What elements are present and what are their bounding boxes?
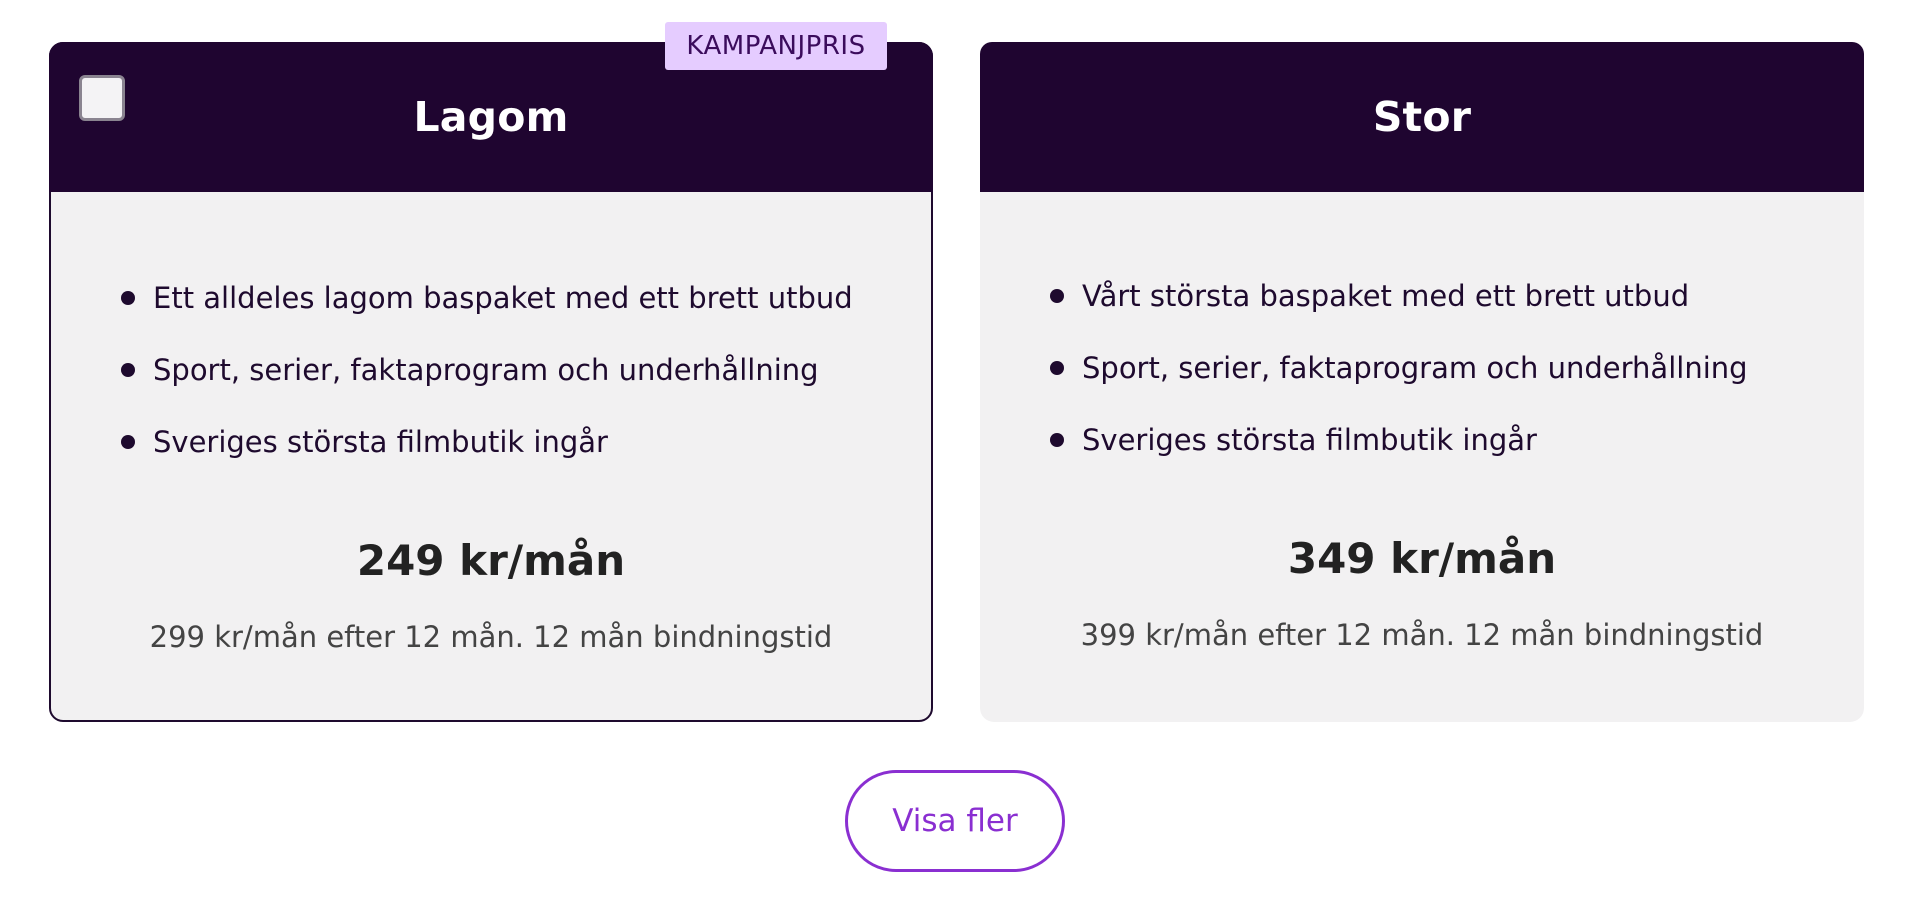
price: 249 kr/mån: [356, 536, 626, 585]
feature-item: Sveriges största filmbutik ingår: [121, 406, 853, 478]
price-note: 399 kr/mån efter 12 mån. 12 mån bindning…: [1080, 618, 1764, 652]
feature-text: Sport, serier, faktaprogram och underhål…: [153, 353, 819, 387]
feature-text: Ett alldeles lagom baspaket med ett bret…: [153, 281, 853, 315]
feature-item: Sport, serier, faktaprogram och underhål…: [1050, 332, 1748, 404]
feature-text: Sport, serier, faktaprogram och underhål…: [1082, 351, 1748, 385]
price: 349 kr/mån: [1287, 534, 1557, 583]
select-checkbox[interactable]: [79, 75, 125, 121]
card-header: Stor: [980, 42, 1864, 192]
price-note: 299 kr/mån efter 12 mån. 12 mån bindning…: [149, 620, 833, 654]
bullet-icon: [121, 363, 135, 377]
show-more-button[interactable]: Visa fler: [845, 770, 1065, 872]
package-card-lagom[interactable]: Lagom KAMPANJPRIS Ett alldeles lagom bas…: [49, 22, 933, 722]
bullet-icon: [121, 435, 135, 449]
feature-item: Vårt största baspaket med ett brett utbu…: [1050, 260, 1748, 332]
feature-text: Vårt största baspaket med ett brett utbu…: [1082, 279, 1690, 313]
campaign-badge: KAMPANJPRIS: [665, 22, 887, 70]
card-title: Stor: [1372, 93, 1472, 141]
feature-list: Ett alldeles lagom baspaket med ett bret…: [121, 262, 853, 478]
bullet-icon: [1050, 361, 1064, 375]
bullet-icon: [121, 291, 135, 305]
feature-text: Sveriges största filmbutik ingår: [1082, 423, 1537, 457]
bullet-icon: [1050, 433, 1064, 447]
bullet-icon: [1050, 289, 1064, 303]
feature-text: Sveriges största filmbutik ingår: [153, 425, 608, 459]
feature-item: Sveriges största filmbutik ingår: [1050, 404, 1748, 476]
feature-item: Sport, serier, faktaprogram och underhål…: [121, 334, 853, 406]
package-card-stor[interactable]: Stor Vårt största baspaket med ett brett…: [980, 42, 1864, 722]
card-title: Lagom: [413, 93, 569, 141]
feature-item: Ett alldeles lagom baspaket med ett bret…: [121, 262, 853, 334]
feature-list: Vårt största baspaket med ett brett utbu…: [1050, 260, 1748, 476]
package-cards: Lagom KAMPANJPRIS Ett alldeles lagom bas…: [49, 22, 1864, 722]
